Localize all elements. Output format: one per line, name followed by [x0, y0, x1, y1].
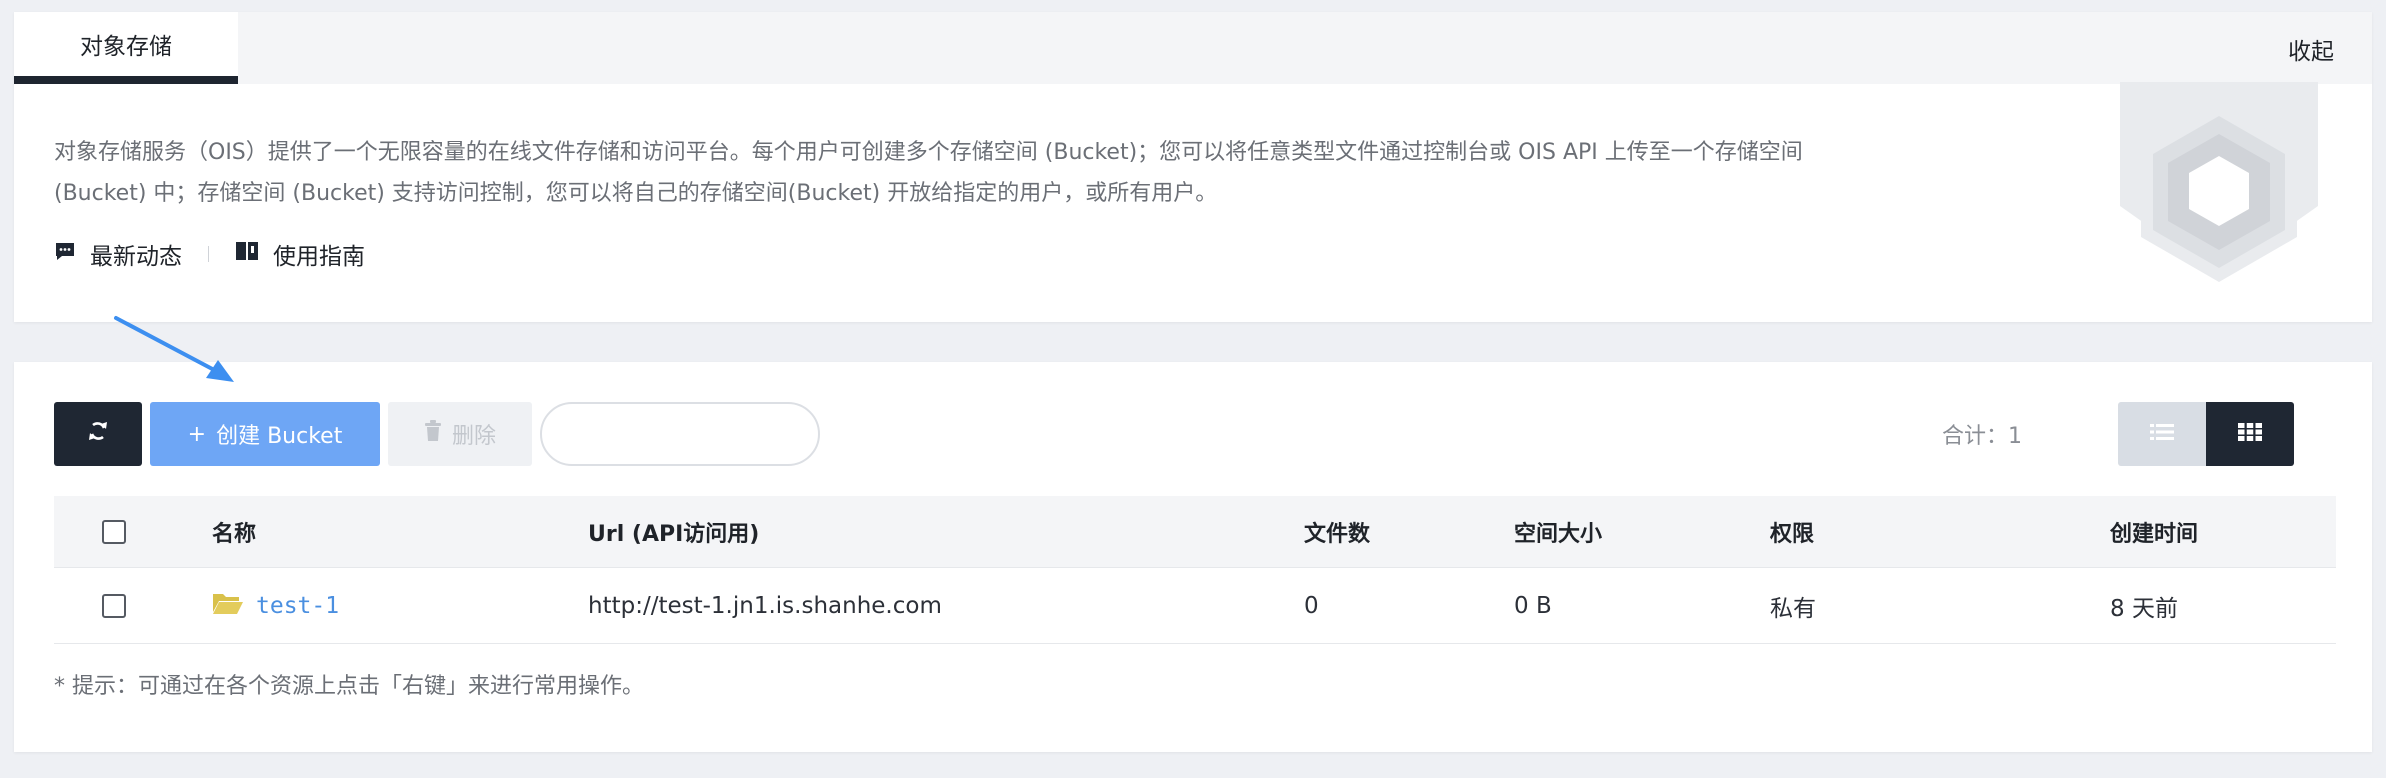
- search-input[interactable]: [540, 402, 820, 466]
- list-icon: [2150, 422, 2174, 446]
- description-line-1: 对象存储服务（OIS）提供了一个无限容量的在线文件存储和访问平台。每个用户可创建…: [54, 140, 1803, 165]
- intro-card: 对象存储 收起 对象存储服务（OIS）提供了一个无限容量的在线文件存储和访问平台…: [14, 12, 2372, 322]
- message-icon: [54, 240, 76, 268]
- table-header: 名称 Url (API访问用) 文件数 空间大小 权限 创建时间: [54, 496, 2336, 568]
- refresh-icon: [87, 420, 109, 448]
- description-line-2: (Bucket) 中；存储空间 (Bucket) 支持访问控制，您可以将自己的存…: [54, 181, 1218, 206]
- refresh-button[interactable]: [54, 402, 142, 466]
- user-guide-link[interactable]: 使用指南: [235, 237, 365, 271]
- grid-icon: [2238, 422, 2262, 446]
- tab-object-storage[interactable]: 对象存储: [14, 12, 238, 84]
- bucket-file-count: 0: [1304, 592, 1319, 619]
- page: 对象存储 收起 对象存储服务（OIS）提供了一个无限容量的在线文件存储和访问平台…: [0, 0, 2386, 778]
- latest-news-label: 最新动态: [90, 244, 182, 270]
- column-header-files: 文件数: [1304, 521, 1371, 547]
- delete-button[interactable]: 删除: [388, 402, 532, 466]
- row-checkbox[interactable]: [102, 593, 126, 618]
- trash-icon: [424, 420, 442, 448]
- service-description: 对象存储服务（OIS）提供了一个无限容量的在线文件存储和访问平台。每个用户可创建…: [54, 132, 1994, 214]
- create-bucket-button[interactable]: + 创建 Bucket: [150, 402, 380, 466]
- bucket-size: 0 B: [1514, 592, 1552, 619]
- bucket-name: test-1: [256, 592, 340, 619]
- column-header-name: 名称: [212, 521, 257, 547]
- bucket-link[interactable]: test-1: [212, 591, 339, 621]
- bucket-created-time: 8 天前: [2110, 595, 2178, 622]
- list-view-button[interactable]: [2118, 402, 2206, 466]
- bucket-name-cell: test-1: [212, 568, 339, 643]
- link-divider: [208, 246, 209, 262]
- book-icon: [235, 240, 259, 268]
- column-header-permission: 权限: [1770, 521, 1815, 547]
- create-bucket-label: 创建 Bucket: [216, 424, 343, 449]
- folder-open-icon: [212, 591, 244, 621]
- bucket-list-card: + 创建 Bucket 删除 合计：1 名称 Url (API访问用) 文件数 …: [14, 362, 2372, 752]
- column-header-url: Url (API访问用): [588, 521, 760, 547]
- bucket-url: http://test-1.jn1.is.shanhe.com: [588, 592, 942, 619]
- column-header-size: 空间大小: [1514, 521, 1603, 547]
- hint-text: * 提示：可通过在各个资源上点击「右键」来进行常用操作。: [54, 674, 644, 699]
- tab-bar: 对象存储 收起: [14, 12, 2372, 84]
- bucket-table: 名称 Url (API访问用) 文件数 空间大小 权限 创建时间 test-1 …: [54, 496, 2336, 644]
- latest-news-link[interactable]: 最新动态: [54, 237, 182, 271]
- user-guide-label: 使用指南: [273, 244, 365, 270]
- plus-icon: +: [187, 421, 207, 447]
- toolbar: + 创建 Bucket 删除 合计：1: [54, 402, 2344, 466]
- storage-hexagon-illustration: [2104, 82, 2334, 298]
- total-count: 合计：1: [1942, 424, 2022, 449]
- collapse-button[interactable]: 收起: [2288, 32, 2334, 66]
- grid-view-button[interactable]: [2206, 402, 2294, 466]
- column-header-created: 创建时间: [2110, 521, 2199, 547]
- select-all-checkbox-cell: [102, 496, 126, 567]
- row-checkbox-cell: [102, 568, 126, 643]
- select-all-checkbox[interactable]: [102, 519, 126, 544]
- bucket-permission: 私有: [1770, 595, 1816, 622]
- intro-links: 最新动态 使用指南: [54, 234, 365, 274]
- delete-label: 删除: [451, 424, 496, 449]
- table-row[interactable]: test-1 http://test-1.jn1.is.shanhe.com 0…: [54, 568, 2336, 644]
